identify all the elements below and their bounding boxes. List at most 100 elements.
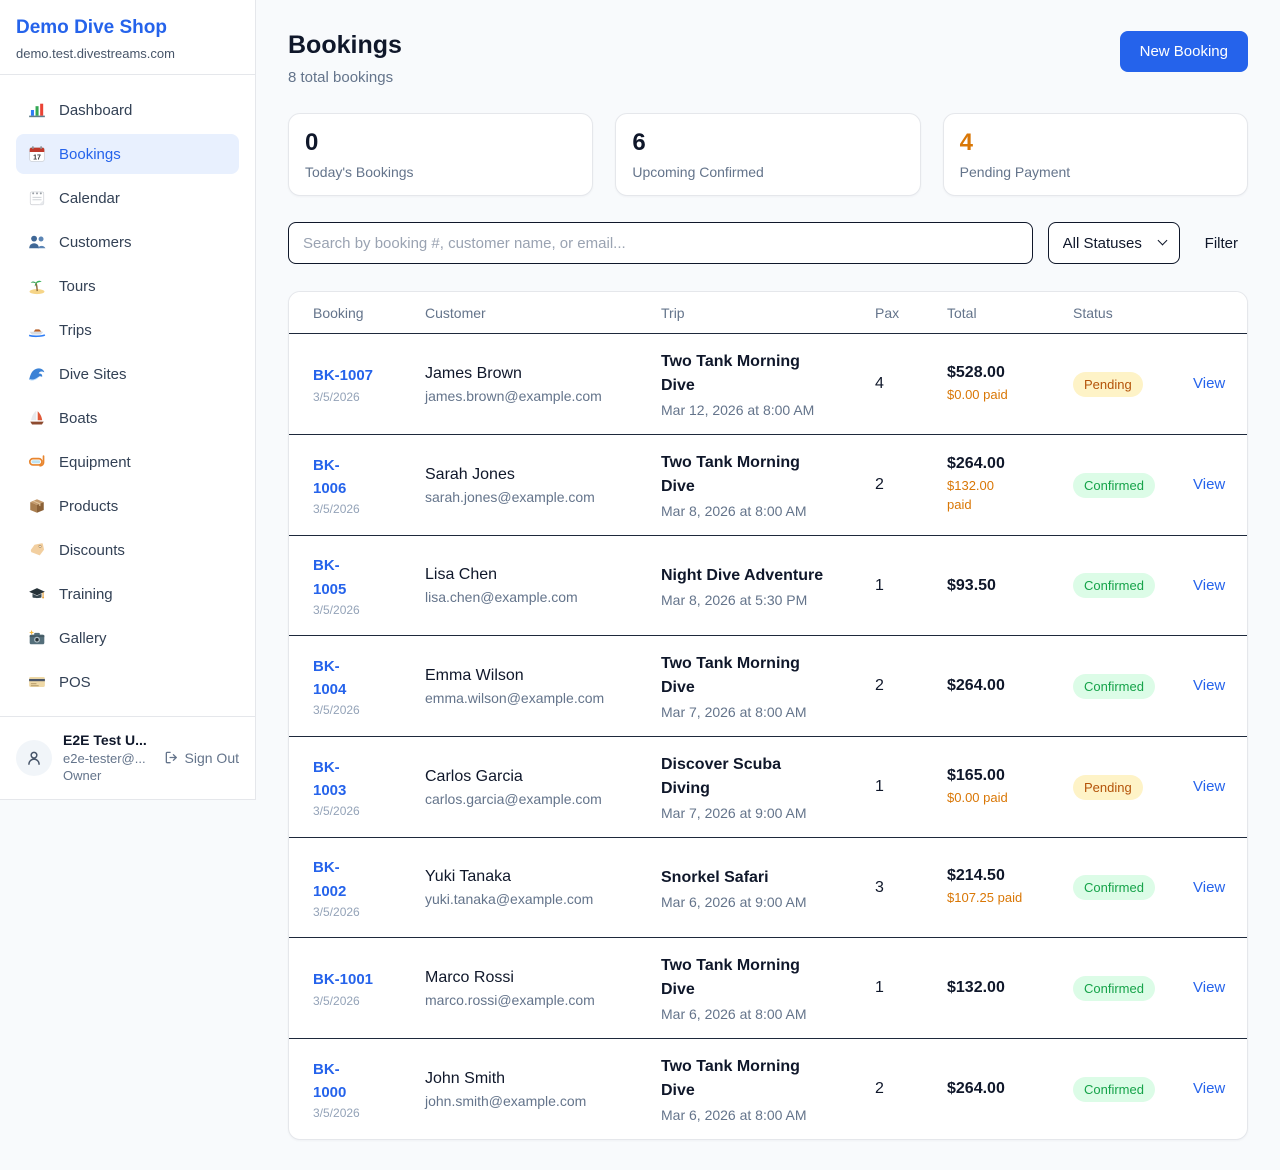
booking-number-link[interactable]: BK- 1006 — [313, 454, 346, 501]
page-title-block: Bookings 8 total bookings — [288, 31, 402, 86]
sidebar-item-calendar[interactable]: Calendar — [16, 178, 239, 218]
view-link[interactable]: View — [1193, 979, 1225, 996]
view-cell: View — [1193, 375, 1241, 393]
pax-cell: 4 — [875, 375, 947, 393]
view-cell: View — [1193, 778, 1241, 796]
pax-value: 2 — [875, 677, 884, 694]
total-amount: $264.00 — [947, 455, 1057, 473]
trip-cell: Snorkel Safari Mar 6, 2026 at 9:00 AM — [661, 866, 875, 910]
spiral-calendar-icon — [28, 189, 46, 207]
booking-number-link[interactable]: BK-1001 — [313, 968, 373, 991]
sidebar-item-boats[interactable]: Boats — [16, 398, 239, 438]
customer-name: Emma Wilson — [425, 667, 645, 685]
sidebar-item-label: Customers — [59, 234, 132, 251]
view-link[interactable]: View — [1193, 375, 1225, 392]
island-icon — [28, 277, 46, 295]
total-cell: $264.00 — [947, 677, 1073, 695]
sidebar-item-dive-sites[interactable]: Dive Sites — [16, 354, 239, 394]
sidebar-item-label: Dive Sites — [59, 366, 127, 383]
booking-number-link[interactable]: BK- 1003 — [313, 756, 346, 803]
booking-number-link[interactable]: BK- 1000 — [313, 1058, 346, 1105]
booking-number-link[interactable]: BK- 1005 — [313, 554, 346, 601]
trip-datetime: Mar 7, 2026 at 8:00 AM — [661, 704, 859, 720]
view-cell: View — [1193, 979, 1241, 997]
booking-number-link[interactable]: BK-1007 — [313, 364, 373, 387]
bar-chart-icon — [28, 101, 46, 119]
status-filter-wrap: All Statuses — [1048, 222, 1180, 264]
sidebar-item-bookings[interactable]: 17 Bookings — [16, 134, 239, 174]
trip-cell: Two Tank Morning Dive Mar 7, 2026 at 8:0… — [661, 652, 875, 720]
stat-value: 4 — [960, 129, 1231, 157]
view-link[interactable]: View — [1193, 677, 1225, 694]
sidebar-item-pos[interactable]: POS — [16, 662, 239, 702]
customer-email: carlos.garcia@example.com — [425, 791, 645, 807]
paid-amount: $132.00 paid — [947, 477, 1057, 515]
pax-value: 2 — [875, 1080, 884, 1097]
wave-icon — [28, 365, 46, 383]
toolbar: All Statuses Filter — [288, 222, 1248, 264]
filter-button[interactable]: Filter — [1195, 235, 1248, 252]
search-input[interactable] — [288, 222, 1033, 264]
graduation-cap-icon — [28, 585, 46, 603]
sidebar-item-training[interactable]: Training — [16, 574, 239, 614]
view-link[interactable]: View — [1193, 476, 1225, 493]
status-badge: Confirmed — [1073, 674, 1155, 699]
pax-value: 1 — [875, 979, 884, 996]
customer-name: Yuki Tanaka — [425, 868, 645, 886]
trip-datetime: Mar 6, 2026 at 9:00 AM — [661, 894, 859, 910]
sidebar-item-gallery[interactable]: Gallery — [16, 618, 239, 658]
view-link[interactable]: View — [1193, 577, 1225, 594]
stat-value: 6 — [632, 129, 903, 157]
camera-icon — [28, 629, 46, 647]
total-cell: $528.00 $0.00 paid — [947, 364, 1073, 405]
customer-cell: Carlos Garcia carlos.garcia@example.com — [425, 768, 661, 807]
table-row: BK- 1003 3/5/2026 Carlos Garcia carlos.g… — [289, 736, 1247, 837]
sidebar-item-label: Boats — [59, 410, 97, 427]
booking-number-link[interactable]: BK- 1002 — [313, 856, 346, 903]
paid-amount: $107.25 paid — [947, 889, 1057, 908]
customer-email: john.smith@example.com — [425, 1093, 645, 1109]
sidebar-item-trips[interactable]: Trips — [16, 310, 239, 350]
sidebar-item-equipment[interactable]: Equipment — [16, 442, 239, 482]
status-cell: Confirmed — [1073, 1077, 1193, 1102]
sidebar-item-dashboard[interactable]: Dashboard — [16, 90, 239, 130]
status-cell: Pending — [1073, 372, 1193, 397]
view-link[interactable]: View — [1193, 1080, 1225, 1097]
stat-label: Pending Payment — [960, 164, 1231, 180]
sidebar-item-label: Bookings — [59, 146, 121, 163]
customer-name: Lisa Chen — [425, 566, 645, 584]
pax-cell: 2 — [875, 677, 947, 695]
stats-row: 0 Today's Bookings 6 Upcoming Confirmed … — [288, 113, 1248, 196]
total-cell: $132.00 — [947, 979, 1073, 997]
sidebar-item-products[interactable]: Products — [16, 486, 239, 526]
user-role: Owner — [63, 767, 153, 785]
sidebar-item-label: Dashboard — [59, 102, 132, 119]
package-icon — [28, 497, 46, 515]
customer-cell: Yuki Tanaka yuki.tanaka@example.com — [425, 868, 661, 907]
trip-cell: Two Tank Morning Dive Mar 12, 2026 at 8:… — [661, 350, 875, 418]
total-amount: $93.50 — [947, 577, 1057, 595]
booking-number-link[interactable]: BK- 1004 — [313, 655, 346, 702]
sidebar-item-customers[interactable]: Customers — [16, 222, 239, 262]
new-booking-button[interactable]: New Booking — [1120, 31, 1248, 72]
sidebar-item-label: Trips — [59, 322, 92, 339]
total-cell: $93.50 — [947, 577, 1073, 595]
sidebar-item-tours[interactable]: Tours — [16, 266, 239, 306]
customer-cell: Emma Wilson emma.wilson@example.com — [425, 667, 661, 706]
sidebar-item-discounts[interactable]: Discounts — [16, 530, 239, 570]
table-row: BK-1001 3/5/2026 Marco Rossi marco.rossi… — [289, 937, 1247, 1038]
view-link[interactable]: View — [1193, 778, 1225, 795]
status-badge: Confirmed — [1073, 875, 1155, 900]
trip-name: Discover Scuba Diving — [661, 753, 859, 801]
sign-out-button[interactable]: Sign Out — [164, 750, 239, 766]
view-link[interactable]: View — [1193, 879, 1225, 896]
stat-value: 0 — [305, 129, 576, 157]
booking-cell: BK-1007 3/5/2026 — [313, 364, 425, 403]
status-cell: Confirmed — [1073, 573, 1193, 598]
status-filter-select[interactable]: All Statuses — [1048, 222, 1180, 264]
trip-cell: Night Dive Adventure Mar 8, 2026 at 5:30… — [661, 564, 875, 608]
customer-name: Marco Rossi — [425, 969, 645, 987]
person-icon — [25, 749, 43, 767]
total-cell: $165.00 $0.00 paid — [947, 767, 1073, 808]
stat-label: Upcoming Confirmed — [632, 164, 903, 180]
